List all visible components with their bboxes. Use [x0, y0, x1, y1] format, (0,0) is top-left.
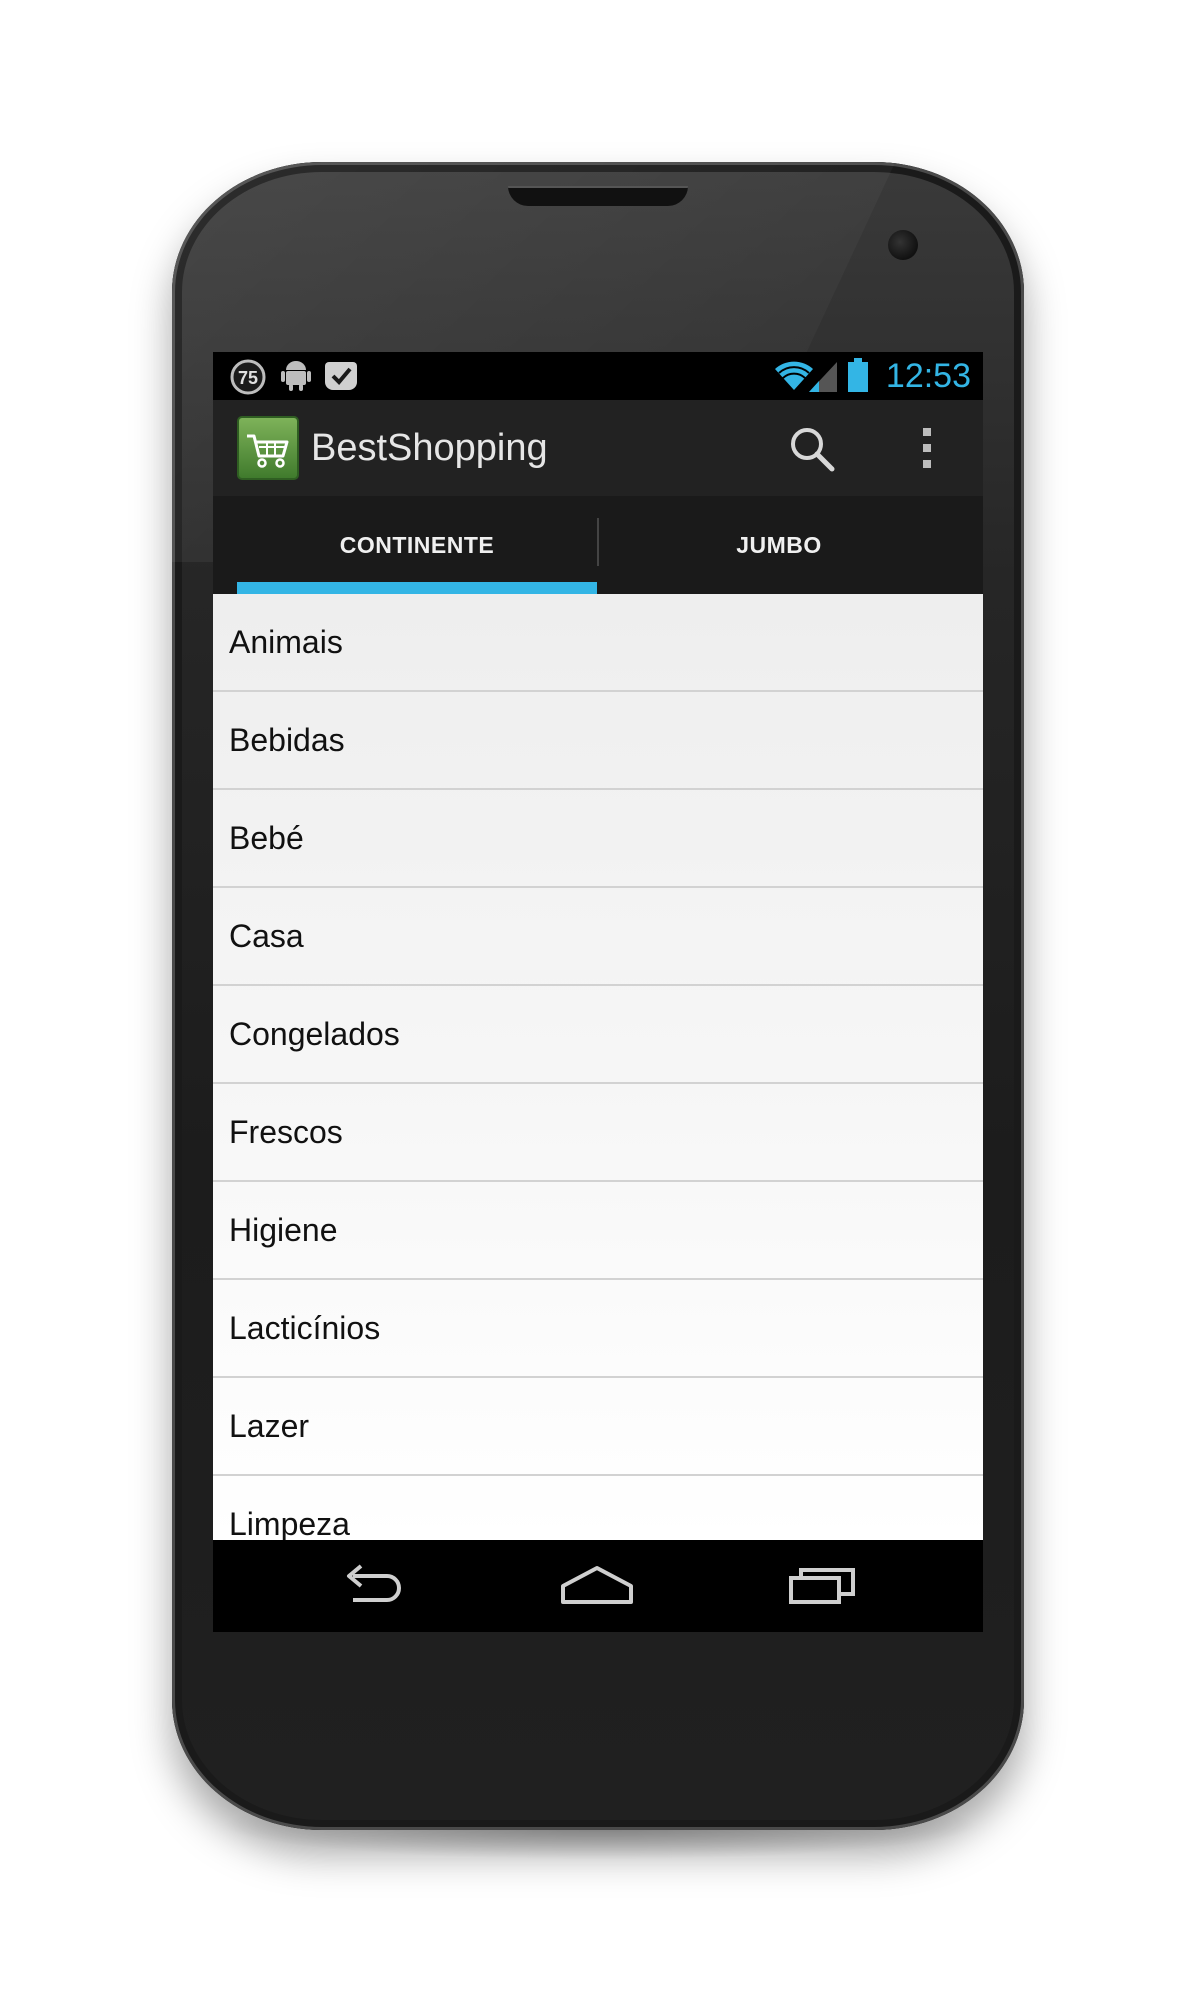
status-clock: 12:53: [885, 357, 971, 395]
search-icon[interactable]: [789, 426, 835, 477]
list-item-label: Limpeza: [229, 1505, 350, 1541]
navigation-bar: [213, 1540, 983, 1632]
battery-icon: [847, 358, 869, 397]
notification-count-icon: 75: [229, 358, 267, 401]
status-bar: 75 12:53: [213, 352, 983, 400]
list-item[interactable]: Congelados: [213, 986, 983, 1084]
list-item-label: Bebé: [229, 819, 304, 856]
tab-continente[interactable]: CONTINENTE: [237, 496, 597, 594]
list-item-label: Casa: [229, 917, 304, 954]
list-item-label: Lazer: [229, 1407, 310, 1444]
shopping-cart-icon[interactable]: [237, 416, 299, 485]
earpiece-speaker: [508, 186, 688, 206]
list-item[interactable]: Frescos: [213, 1084, 983, 1182]
category-list[interactable]: Animais Bebidas Bebé Casa Congelados Fre…: [213, 594, 983, 1540]
list-item-label: Animais: [229, 623, 343, 660]
list-item[interactable]: Limpeza: [213, 1476, 983, 1541]
list-item[interactable]: Bebé: [213, 790, 983, 888]
list-item[interactable]: Lazer: [213, 1378, 983, 1476]
list-item-label: Frescos: [229, 1113, 343, 1150]
list-item[interactable]: Animais: [213, 594, 983, 692]
list-item[interactable]: Bebidas: [213, 692, 983, 790]
list-item-label: Congelados: [229, 1015, 400, 1052]
list-item[interactable]: Casa: [213, 888, 983, 986]
list-item[interactable]: Lacticínios: [213, 1280, 983, 1378]
recent-apps-icon[interactable]: [787, 1562, 859, 1611]
phone-screen: 75 12:53 BestShopping CONTINENTE JUMBO A…: [213, 352, 983, 1632]
list-item-label: Lacticínios: [229, 1309, 381, 1346]
front-camera: [888, 230, 918, 260]
android-icon: [281, 358, 311, 397]
notification-badge-text: 75: [238, 368, 258, 388]
list-item[interactable]: Higiene: [213, 1182, 983, 1280]
action-bar: BestShopping: [213, 400, 983, 496]
app-title: BestShopping: [311, 427, 548, 469]
home-icon[interactable]: [559, 1562, 635, 1611]
back-icon[interactable]: [337, 1562, 407, 1611]
tab-label: JUMBO: [736, 531, 822, 558]
tab-bar: CONTINENTE JUMBO: [213, 496, 983, 594]
tab-selected-indicator: [237, 582, 597, 594]
tab-jumbo[interactable]: JUMBO: [599, 496, 959, 594]
list-item-label: Bebidas: [229, 721, 345, 758]
overflow-menu-icon[interactable]: [921, 426, 933, 475]
list-item-label: Higiene: [229, 1211, 338, 1248]
signal-icon: [809, 360, 839, 397]
tab-label: CONTINENTE: [339, 531, 495, 558]
checkmark-icon: [323, 358, 359, 399]
